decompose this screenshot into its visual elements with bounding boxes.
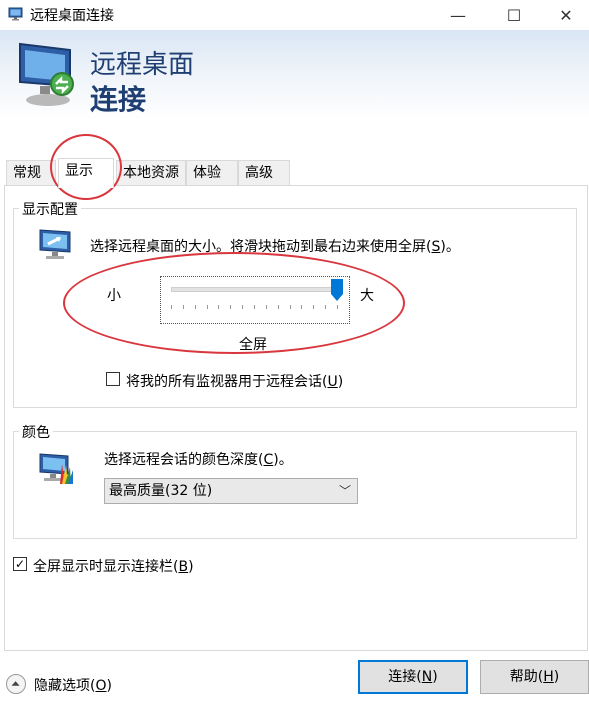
color-group-label: 颜色: [19, 422, 53, 442]
display-config-group-label: 显示配置: [19, 199, 81, 219]
slider-tick: [337, 305, 338, 309]
help-button[interactable]: 帮助(H): [480, 660, 589, 694]
window-title: 远程桌面连接: [30, 8, 114, 24]
slider-thumb[interactable]: [331, 279, 343, 301]
slider-tick: [171, 305, 172, 309]
title-bar: 远程桌面连接 — ☐ ✕: [0, 0, 589, 30]
slider-tick: [289, 305, 291, 309]
connection-bar-label[interactable]: 全屏显示时显示连接栏(B): [33, 556, 194, 576]
slider-min-label: 小: [107, 288, 121, 304]
slider-tick: [325, 305, 327, 309]
chevron-down-icon: ﹀: [338, 484, 351, 498]
slider-track: [171, 287, 337, 292]
multi-monitor-checkbox[interactable]: [106, 372, 120, 386]
display-size-instruction: 选择远程桌面的大小。将滑块拖动到最右边来使用全屏(S)。: [90, 239, 460, 255]
color-depth-selected-value: 最高质量(32 位): [109, 483, 213, 499]
close-button[interactable]: ✕: [543, 0, 589, 30]
header-banner: 远程桌面 连接: [0, 30, 589, 120]
remote-desktop-monitor-icon: [19, 42, 74, 106]
display-size-icon: [39, 229, 71, 259]
slider-tick: [277, 305, 279, 309]
slider-tick: [218, 305, 220, 309]
slider-tick: [242, 305, 244, 309]
banner-title-line1: 远程桌面: [90, 50, 195, 80]
connection-bar-checkbox[interactable]: ✓: [13, 557, 27, 571]
multi-monitor-label[interactable]: 将我的所有监视器用于远程会话(U): [126, 371, 343, 391]
slider-tick: [206, 305, 208, 309]
color-depth-select[interactable]: 最高质量(32 位) ﹀: [104, 478, 358, 504]
slider-tick: [182, 305, 184, 309]
hide-options-label[interactable]: 隐藏选项(O): [34, 675, 112, 695]
slider-tick: [265, 305, 267, 309]
banner-title-line2: 连接: [90, 83, 147, 116]
tab-experience[interactable]: 体验: [186, 160, 238, 186]
tab-local-resources[interactable]: 本地资源: [116, 160, 186, 186]
display-size-slider[interactable]: [160, 276, 350, 324]
slider-tick: [254, 305, 255, 309]
slider-tick: [313, 305, 315, 309]
tab-general[interactable]: 常规: [6, 160, 56, 186]
slider-value-label: 全屏: [239, 337, 267, 353]
slider-max-label: 大: [360, 288, 374, 304]
slider-tick: [230, 305, 232, 309]
slider-tick: [194, 305, 196, 309]
remote-desktop-app-icon: [8, 7, 23, 21]
minimize-button[interactable]: —: [435, 0, 481, 30]
connect-button[interactable]: 连接(N): [358, 660, 468, 694]
chevron-up-circle-icon[interactable]: [6, 674, 26, 694]
slider-tick: [301, 305, 303, 309]
color-depth-icon: [39, 453, 73, 484]
tab-strip: 常规 显示 本地资源 体验 高级: [0, 158, 589, 188]
color-depth-instruction: 选择远程会话的颜色深度(C)。: [104, 452, 293, 468]
maximize-button[interactable]: ☐: [491, 0, 537, 30]
tab-display[interactable]: 显示: [58, 158, 114, 188]
tab-advanced[interactable]: 高级: [238, 160, 290, 186]
